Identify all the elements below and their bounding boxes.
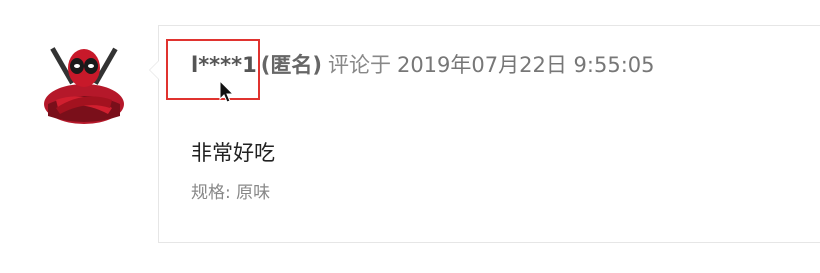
spec-line: 规格: 原味 <box>191 180 270 206</box>
mouse-pointer-icon <box>219 80 235 103</box>
comment-label: 评论于 <box>327 53 391 77</box>
username-highlight-box <box>166 39 260 100</box>
user-avatar[interactable] <box>38 38 130 124</box>
comment-time: 9:55:05 <box>573 53 655 77</box>
comment-section: l****1 (匿名) 评论于 2019年07月22日 9:55:05 非常好吃 规格… <box>0 0 820 273</box>
spec-label: 规格: <box>191 183 231 203</box>
anonymous-tag: (匿名) <box>260 53 322 77</box>
comment-text: 非常好吃 <box>191 141 275 165</box>
comment-date: 2019年07月22日 <box>396 53 567 77</box>
spec-value: 原味 <box>236 183 271 203</box>
comment-meta: l****1 (匿名) 评论于 2019年07月22日 9:55:05 <box>191 50 655 80</box>
